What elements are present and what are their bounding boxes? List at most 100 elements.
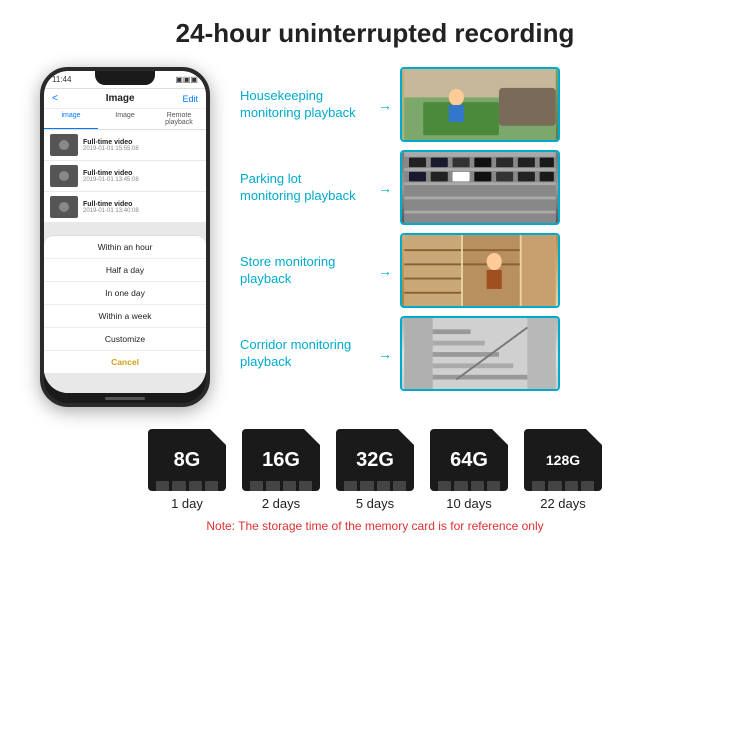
sd-card-128g: 128G	[524, 429, 602, 491]
notch-bar	[581, 481, 594, 491]
memory-cards-row: 8G 1 day 16G	[148, 429, 602, 511]
video-date-2: 2019-01-01 13:45:08	[83, 177, 139, 183]
sd-card-8g: 8G	[148, 429, 226, 491]
notch-bar	[377, 481, 390, 491]
memory-days-64g: 10 days	[446, 496, 492, 511]
memory-section: 8G 1 day 16G	[20, 429, 730, 533]
notch-bar	[360, 481, 373, 491]
notch-bar	[205, 481, 218, 491]
video-item-3[interactable]: Full-time video 2019-01-01 13:40:08	[44, 192, 206, 222]
sd-card-label-32g: 32G	[356, 449, 394, 472]
arrow-parking: →	[378, 180, 392, 196]
arrow-housekeeping: →	[378, 97, 392, 113]
monitoring-label-housekeeping: Housekeepingmonitoring playback	[240, 88, 370, 122]
memory-days-128g: 22 days	[540, 496, 586, 511]
phone-screen-title: Image	[106, 93, 135, 104]
notch-bar	[487, 481, 500, 491]
monitoring-item-store: Store monitoringplayback →	[240, 233, 730, 308]
parking-photo	[402, 152, 558, 223]
video-label-1: Full-time video	[83, 139, 139, 146]
video-info-3: Full-time video 2019-01-01 13:40:08	[83, 201, 139, 214]
notch-bar	[344, 481, 357, 491]
dropdown-within-hour[interactable]: Within an hour	[44, 236, 206, 259]
phone-tabs: image Image Remote playback	[44, 109, 206, 130]
sd-card-notch-8g	[156, 481, 218, 491]
monitoring-item-corridor: Corridor monitoringplayback →	[240, 316, 730, 391]
dropdown-cancel-button[interactable]: Cancel	[44, 351, 206, 373]
play-icon-3	[59, 202, 69, 212]
sd-card-notch-32g	[344, 481, 406, 491]
sd-card-notch-16g	[250, 481, 312, 491]
video-thumb-1	[50, 134, 78, 156]
monitoring-item-parking: Parking lotmonitoring playback →	[240, 150, 730, 225]
arrow-store: →	[378, 263, 392, 279]
video-thumb-2	[50, 165, 78, 187]
phone-icons: ▣▣▣	[175, 75, 198, 84]
notch-bar	[471, 481, 484, 491]
tab-remote-playback[interactable]: Remote playback	[152, 109, 206, 129]
monitoring-label-parking: Parking lotmonitoring playback	[240, 171, 370, 205]
memory-days-8g: 1 day	[171, 496, 203, 511]
dropdown-customize[interactable]: Customize	[44, 328, 206, 351]
dropdown-within-week[interactable]: Within a week	[44, 305, 206, 328]
middle-section: 11:44 ▣▣▣ < Image Edit image Image Remot…	[20, 67, 730, 407]
home-indicator	[105, 397, 145, 400]
housekeeping-photo	[402, 69, 558, 140]
notch-bar	[250, 481, 263, 491]
notch-bar	[266, 481, 279, 491]
play-icon	[59, 140, 69, 150]
sd-card-label-16g: 16G	[262, 449, 300, 472]
notch-bar	[189, 481, 202, 491]
tab-image[interactable]: image	[44, 109, 98, 129]
monitoring-image-corridor	[400, 316, 560, 391]
store-photo	[402, 235, 558, 306]
sd-card-label-8g: 8G	[174, 449, 201, 472]
monitoring-label-corridor: Corridor monitoringplayback	[240, 337, 370, 371]
storage-note: Note: The storage time of the memory car…	[206, 519, 543, 533]
sd-card-64g: 64G	[430, 429, 508, 491]
monitoring-image-parking	[400, 150, 560, 225]
memory-card-16g: 16G 2 days	[242, 429, 320, 511]
phone-edit-button[interactable]: Edit	[182, 94, 198, 104]
monitoring-label-store: Store monitoringplayback	[240, 254, 370, 288]
video-date-1: 2019-01-01 15:55:08	[83, 146, 139, 152]
notch-bar	[156, 481, 169, 491]
video-thumb-3	[50, 196, 78, 218]
tab-image2[interactable]: Image	[98, 109, 152, 129]
video-item-2[interactable]: Full-time video 2019-01-01 13:45:08	[44, 161, 206, 191]
memory-card-32g: 32G 5 days	[336, 429, 414, 511]
arrow-corridor: →	[378, 346, 392, 362]
notch-bar	[532, 481, 545, 491]
sd-card-notch-64g	[438, 481, 500, 491]
notch-bar	[454, 481, 467, 491]
monitoring-section: Housekeepingmonitoring playback →	[230, 67, 730, 407]
monitoring-image-store	[400, 233, 560, 308]
phone-back-button[interactable]: <	[52, 93, 58, 104]
phone-header: < Image Edit	[44, 89, 206, 109]
memory-card-64g: 64G 10 days	[430, 429, 508, 511]
video-label-2: Full-time video	[83, 170, 139, 177]
sd-card-16g: 16G	[242, 429, 320, 491]
page: 24-hour uninterrupted recording 11:44 ▣▣…	[0, 0, 750, 750]
video-info-1: Full-time video 2019-01-01 15:55:08	[83, 139, 139, 152]
phone-frame: 11:44 ▣▣▣ < Image Edit image Image Remot…	[40, 67, 210, 407]
notch-bar	[172, 481, 185, 491]
phone-time: 11:44	[52, 75, 71, 84]
video-item-1[interactable]: Full-time video 2019-01-01 15:55:08	[44, 130, 206, 160]
memory-card-8g: 8G 1 day	[148, 429, 226, 511]
page-title: 24-hour uninterrupted recording	[176, 18, 575, 49]
phone-mockup: 11:44 ▣▣▣ < Image Edit image Image Remot…	[20, 67, 230, 407]
memory-card-128g: 128G 22 days	[524, 429, 602, 511]
play-icon-2	[59, 171, 69, 181]
phone-notch	[95, 71, 155, 85]
dropdown-in-one-day[interactable]: In one day	[44, 282, 206, 305]
video-date-3: 2019-01-01 13:40:08	[83, 208, 139, 214]
phone-dropdown: Within an hour Half a day In one day Wit…	[44, 235, 206, 373]
monitoring-image-housekeeping	[400, 67, 560, 142]
video-label-3: Full-time video	[83, 201, 139, 208]
notch-bar	[438, 481, 451, 491]
notch-bar	[283, 481, 296, 491]
dropdown-half-day[interactable]: Half a day	[44, 259, 206, 282]
video-info-2: Full-time video 2019-01-01 13:45:08	[83, 170, 139, 183]
notch-bar	[565, 481, 578, 491]
